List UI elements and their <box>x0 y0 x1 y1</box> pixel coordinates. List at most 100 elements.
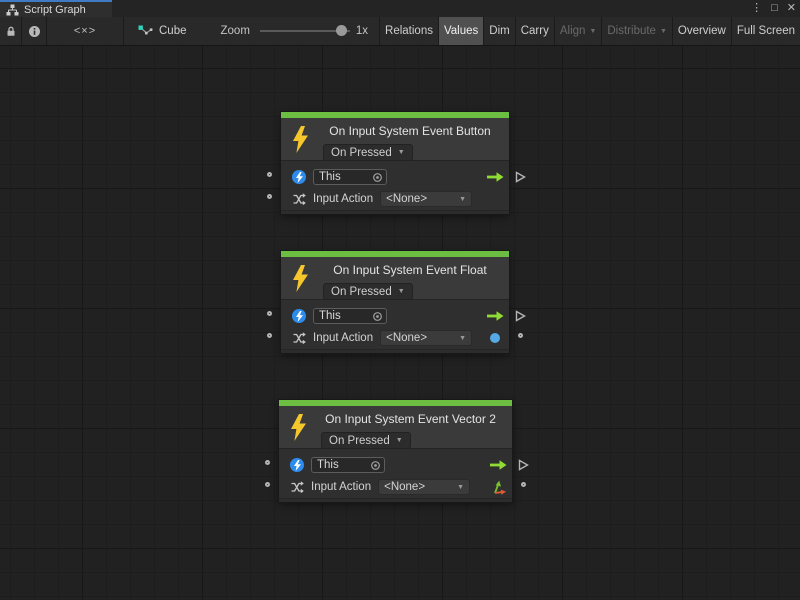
chevron-down-icon: ▼ <box>589 28 596 35</box>
event-bolt-icon <box>292 126 309 153</box>
input-action-label: Input Action <box>311 481 371 493</box>
event-bolt-icon <box>290 414 307 441</box>
input-port-action[interactable] <box>267 194 272 199</box>
node-on-input-system-event-float[interactable]: On Input System Event Float On Pressed ▼… <box>281 251 509 353</box>
relations-button[interactable]: Relations <box>379 17 438 45</box>
graph-name: Cube <box>159 25 187 37</box>
graph-icon <box>6 4 19 16</box>
chevron-down-icon: ▼ <box>459 335 466 342</box>
dim-button[interactable]: Dim <box>483 17 514 45</box>
window-controls: ⋮ □ ✕ <box>751 0 796 17</box>
input-action-row: Input Action <None> ▼ <box>281 188 509 210</box>
chevron-down-icon: ▼ <box>660 28 667 35</box>
flow-output-port[interactable] <box>515 171 526 183</box>
this-row: This <box>279 454 512 476</box>
trigger-dropdown[interactable]: On Pressed ▼ <box>323 283 413 300</box>
vector2-output-port[interactable] <box>521 482 526 487</box>
node-title: On Input System Event Vector 2 <box>315 412 506 426</box>
flow-arrow-icon <box>486 172 504 182</box>
chevron-down-icon: ▼ <box>398 288 405 295</box>
chevron-down-icon: ▼ <box>457 484 464 491</box>
float-output-port[interactable] <box>518 333 523 338</box>
object-picker-icon[interactable] <box>370 460 381 471</box>
tab-title: Script Graph <box>24 4 86 16</box>
input-action-row: Input Action <None> ▼ <box>279 476 512 498</box>
input-port-this[interactable] <box>267 172 272 177</box>
zoom-slider[interactable] <box>260 17 350 45</box>
node-footer <box>281 210 509 214</box>
flow-arrow-icon <box>489 460 507 470</box>
trigger-dropdown[interactable]: On Pressed ▼ <box>321 432 411 449</box>
this-row: This <box>281 166 509 188</box>
carry-button[interactable]: Carry <box>515 17 554 45</box>
node-on-input-system-event-vector2[interactable]: On Input System Event Vector 2 On Presse… <box>279 400 512 502</box>
event-unit-icon <box>292 170 306 184</box>
distribute-dropdown[interactable]: Distribute ▼ <box>601 17 672 45</box>
float-value-icon <box>490 333 500 343</box>
object-picker-icon[interactable] <box>372 172 383 183</box>
input-port-action[interactable] <box>265 482 270 487</box>
event-unit-icon <box>290 458 304 472</box>
node-on-input-system-event-button[interactable]: On Input System Event Button On Pressed … <box>281 112 509 214</box>
lock-icon <box>5 25 17 37</box>
close-icon[interactable]: ✕ <box>787 0 796 17</box>
toolbar-buttons: Relations Values Dim Carry Align ▼ Distr… <box>379 17 800 45</box>
node-header[interactable]: On Input System Event Vector 2 On Presse… <box>279 406 512 449</box>
angle-x-icon: <×> <box>74 25 96 37</box>
flow-arrow-icon <box>486 311 504 321</box>
this-input-field[interactable]: This <box>313 169 387 185</box>
menu-icon[interactable]: ⋮ <box>751 0 762 17</box>
node-footer <box>279 498 512 502</box>
trigger-dropdown[interactable]: On Pressed ▼ <box>323 144 413 161</box>
event-unit-icon <box>292 309 306 323</box>
this-row: This <box>281 305 509 327</box>
node-title: On Input System Event Button <box>317 124 503 138</box>
input-action-label: Input Action <box>313 332 373 344</box>
node-body: This Input Action <box>281 300 509 349</box>
zoom-value: 1x <box>356 17 368 45</box>
this-input-field[interactable]: This <box>313 308 387 324</box>
lock-button[interactable] <box>0 17 22 45</box>
maximize-icon[interactable]: □ <box>771 0 778 17</box>
input-port-this[interactable] <box>267 311 272 316</box>
full-screen-button[interactable]: Full Screen <box>731 17 800 45</box>
align-dropdown[interactable]: Align ▼ <box>554 17 602 45</box>
graph-canvas[interactable]: On Input System Event Button On Pressed … <box>0 46 800 600</box>
edit-graph-button[interactable]: <×> <box>47 17 124 45</box>
node-title: On Input System Event Float <box>317 263 503 277</box>
input-action-icon <box>290 480 304 494</box>
inspector-button[interactable] <box>22 17 47 45</box>
input-action-dropdown[interactable]: <None> ▼ <box>378 479 470 495</box>
object-picker-icon[interactable] <box>372 311 383 322</box>
graph-toolbar: <×> Cube Zoom 1x Relations Values Dim Ca… <box>0 17 800 46</box>
input-port-this[interactable] <box>265 460 270 465</box>
node-header[interactable]: On Input System Event Button On Pressed … <box>281 118 509 161</box>
input-action-icon <box>292 331 306 345</box>
zoom-slider-handle[interactable] <box>336 25 347 36</box>
node-body: This Input Action <box>279 449 512 498</box>
tab-script-graph[interactable]: Script Graph <box>0 0 112 17</box>
values-button[interactable]: Values <box>438 17 483 45</box>
overview-button[interactable]: Overview <box>672 17 731 45</box>
zoom-label: Zoom <box>221 17 250 45</box>
this-input-field[interactable]: This <box>311 457 385 473</box>
input-action-dropdown[interactable]: <None> ▼ <box>380 191 472 207</box>
input-port-action[interactable] <box>267 333 272 338</box>
input-action-row: Input Action <None> ▼ <box>281 327 509 349</box>
input-action-label: Input Action <box>313 193 373 205</box>
node-body: This Input Action <box>281 161 509 210</box>
node-header[interactable]: On Input System Event Float On Pressed ▼ <box>281 257 509 300</box>
title-bar: Script Graph ⋮ □ ✕ <box>0 0 800 17</box>
chevron-down-icon: ▼ <box>398 149 405 156</box>
graph-breadcrumb[interactable]: Cube <box>124 17 199 45</box>
node-footer <box>281 349 509 353</box>
vector2-value-icon <box>491 479 507 495</box>
flow-output-port[interactable] <box>515 310 526 322</box>
flow-output-port[interactable] <box>518 459 529 471</box>
info-icon <box>28 25 41 38</box>
event-bolt-icon <box>292 265 309 292</box>
input-action-icon <box>292 192 306 206</box>
chevron-down-icon: ▼ <box>396 437 403 444</box>
chevron-down-icon: ▼ <box>459 196 466 203</box>
input-action-dropdown[interactable]: <None> ▼ <box>380 330 472 346</box>
